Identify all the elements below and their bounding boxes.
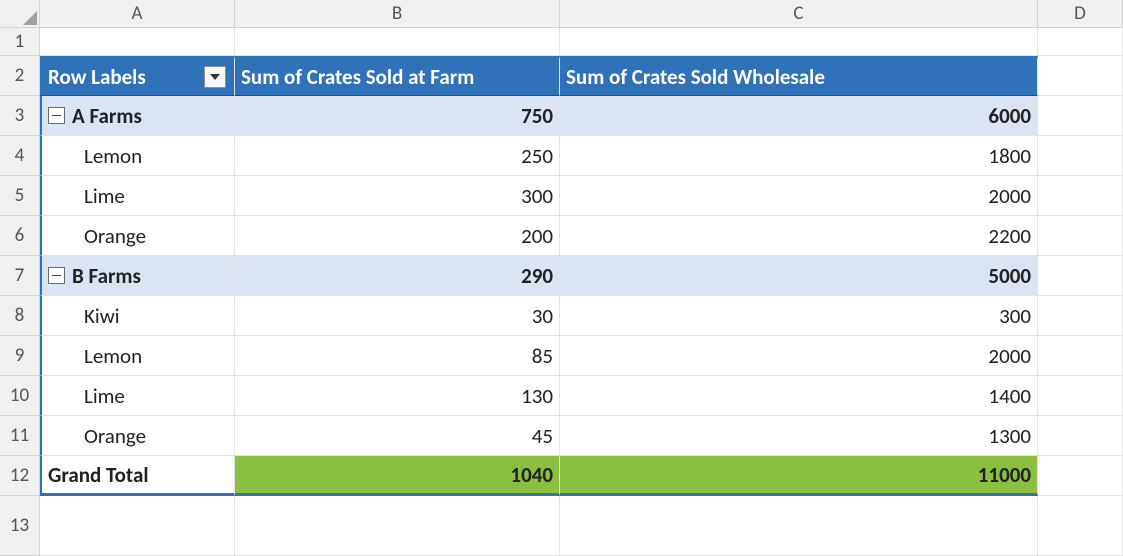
pivot-item-label[interactable]: Lime: [40, 376, 235, 416]
pivot-header-row-labels[interactable]: Row Labels: [40, 56, 235, 96]
cell[interactable]: [1038, 496, 1123, 556]
cell[interactable]: [1038, 176, 1123, 216]
row-header-12[interactable]: 12: [0, 456, 40, 496]
cell[interactable]: [1038, 456, 1123, 496]
row-header-5[interactable]: 5: [0, 176, 40, 216]
row-header-9[interactable]: 9: [0, 336, 40, 376]
collapse-icon[interactable]: [48, 267, 65, 284]
pivot-value[interactable]: 250: [235, 136, 560, 176]
pivot-value[interactable]: 5000: [560, 256, 1038, 296]
row-header-4[interactable]: 4: [0, 136, 40, 176]
cell[interactable]: [1038, 136, 1123, 176]
pivot-value[interactable]: 30: [235, 296, 560, 336]
row-header-10[interactable]: 10: [0, 376, 40, 416]
cell[interactable]: [235, 496, 560, 556]
pivot-value[interactable]: 45: [235, 416, 560, 456]
pivot-header-text: Row Labels: [48, 64, 146, 90]
column-header-a[interactable]: A: [40, 0, 235, 28]
pivot-value[interactable]: 750: [235, 96, 560, 136]
cell[interactable]: [560, 496, 1038, 556]
pivot-value[interactable]: 130: [235, 376, 560, 416]
cell[interactable]: [1038, 296, 1123, 336]
cell[interactable]: [1038, 216, 1123, 256]
chevron-down-icon: [209, 72, 221, 82]
pivot-grand-total-label[interactable]: Grand Total: [40, 456, 235, 496]
cell[interactable]: [40, 496, 235, 556]
row-header-3[interactable]: 3: [0, 96, 40, 136]
select-all-corner[interactable]: [0, 0, 40, 28]
collapse-icon[interactable]: [48, 107, 65, 124]
filter-dropdown-button[interactable]: [204, 66, 226, 88]
cell[interactable]: [1038, 28, 1123, 56]
pivot-item-label[interactable]: Lemon: [40, 336, 235, 376]
pivot-item-label[interactable]: Orange: [40, 216, 235, 256]
pivot-value[interactable]: 290: [235, 256, 560, 296]
cell[interactable]: [1038, 96, 1123, 136]
pivot-header-col2[interactable]: Sum of Crates Sold Wholesale: [560, 56, 1038, 96]
row-header-6[interactable]: 6: [0, 216, 40, 256]
pivot-value[interactable]: 300: [235, 176, 560, 216]
pivot-grand-total-value[interactable]: 1040: [235, 456, 560, 496]
pivot-item-label[interactable]: Lemon: [40, 136, 235, 176]
pivot-value[interactable]: 85: [235, 336, 560, 376]
row-header-7[interactable]: 7: [0, 256, 40, 296]
row-header-8[interactable]: 8: [0, 296, 40, 336]
spreadsheet-grid: A B C D 1 2 Row Labels Sum of Crates Sol…: [0, 0, 1123, 556]
column-header-c[interactable]: C: [560, 0, 1038, 28]
pivot-group-label: A Farms: [72, 103, 142, 129]
cell[interactable]: [40, 28, 235, 56]
row-header-2[interactable]: 2: [0, 56, 40, 96]
pivot-header-col1[interactable]: Sum of Crates Sold at Farm: [235, 56, 560, 96]
row-header-1[interactable]: 1: [0, 28, 40, 56]
row-header-13[interactable]: 13: [0, 496, 40, 556]
pivot-value[interactable]: 1800: [560, 136, 1038, 176]
column-header-d[interactable]: D: [1038, 0, 1123, 28]
row-header-11[interactable]: 11: [0, 416, 40, 456]
pivot-grand-total-value[interactable]: 11000: [560, 456, 1038, 496]
pivot-value[interactable]: 1300: [560, 416, 1038, 456]
cell[interactable]: [1038, 416, 1123, 456]
pivot-value[interactable]: 200: [235, 216, 560, 256]
pivot-value[interactable]: 6000: [560, 96, 1038, 136]
pivot-item-label[interactable]: Kiwi: [40, 296, 235, 336]
pivot-value[interactable]: 2000: [560, 176, 1038, 216]
cell[interactable]: [1038, 256, 1123, 296]
cell[interactable]: [235, 28, 560, 56]
pivot-item-label[interactable]: Lime: [40, 176, 235, 216]
cell[interactable]: [1038, 376, 1123, 416]
pivot-value[interactable]: 2000: [560, 336, 1038, 376]
pivot-group-a[interactable]: A Farms: [40, 96, 235, 136]
cell[interactable]: [1038, 56, 1123, 96]
pivot-group-label: B Farms: [72, 263, 141, 289]
pivot-group-b[interactable]: B Farms: [40, 256, 235, 296]
cell[interactable]: [1038, 336, 1123, 376]
pivot-item-label[interactable]: Orange: [40, 416, 235, 456]
pivot-value[interactable]: 1400: [560, 376, 1038, 416]
pivot-value[interactable]: 300: [560, 296, 1038, 336]
cell[interactable]: [560, 28, 1038, 56]
pivot-value[interactable]: 2200: [560, 216, 1038, 256]
column-header-b[interactable]: B: [235, 0, 560, 28]
